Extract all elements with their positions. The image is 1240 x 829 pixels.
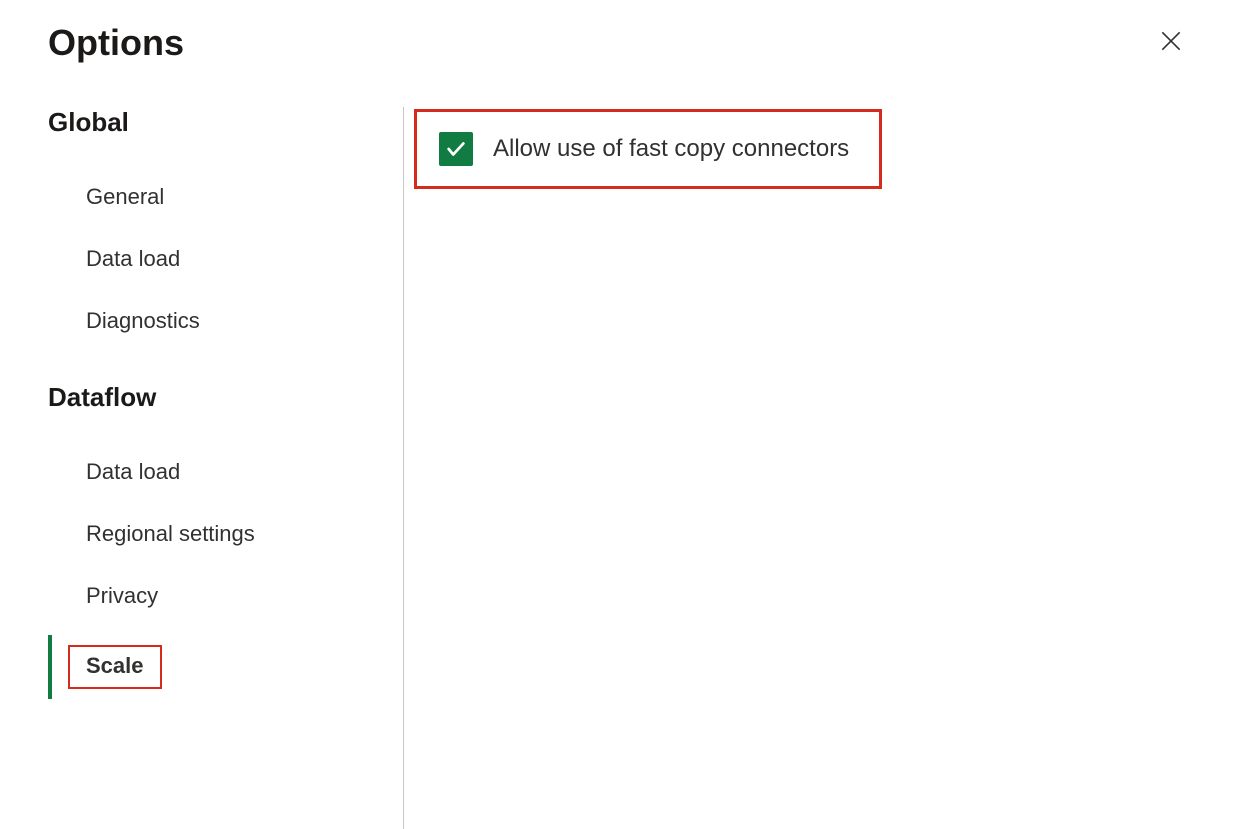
close-icon bbox=[1158, 28, 1184, 54]
checkmark-icon bbox=[445, 138, 467, 160]
sidebar-section-global: Global bbox=[48, 107, 403, 138]
sidebar-item-data-load-dataflow[interactable]: Data load bbox=[48, 441, 403, 503]
fast-copy-label: Allow use of fast copy connectors bbox=[493, 135, 849, 163]
sidebar-item-data-load-global[interactable]: Data load bbox=[48, 228, 403, 290]
sidebar: Global General Data load Diagnostics Dat… bbox=[48, 107, 403, 829]
close-button[interactable] bbox=[1150, 20, 1192, 65]
sidebar-item-scale[interactable]: Scale bbox=[48, 627, 403, 707]
content-pane: Allow use of fast copy connectors bbox=[404, 107, 1192, 829]
fast-copy-checkbox[interactable] bbox=[439, 132, 473, 166]
sidebar-section-dataflow: Dataflow bbox=[48, 382, 403, 413]
sidebar-item-general[interactable]: General bbox=[48, 166, 403, 228]
sidebar-item-privacy[interactable]: Privacy bbox=[48, 565, 403, 627]
fast-copy-highlight: Allow use of fast copy connectors bbox=[414, 109, 882, 189]
sidebar-item-scale-label: Scale bbox=[68, 645, 162, 689]
sidebar-item-regional-settings[interactable]: Regional settings bbox=[48, 503, 403, 565]
sidebar-item-diagnostics[interactable]: Diagnostics bbox=[48, 290, 403, 352]
page-title: Options bbox=[48, 22, 184, 64]
